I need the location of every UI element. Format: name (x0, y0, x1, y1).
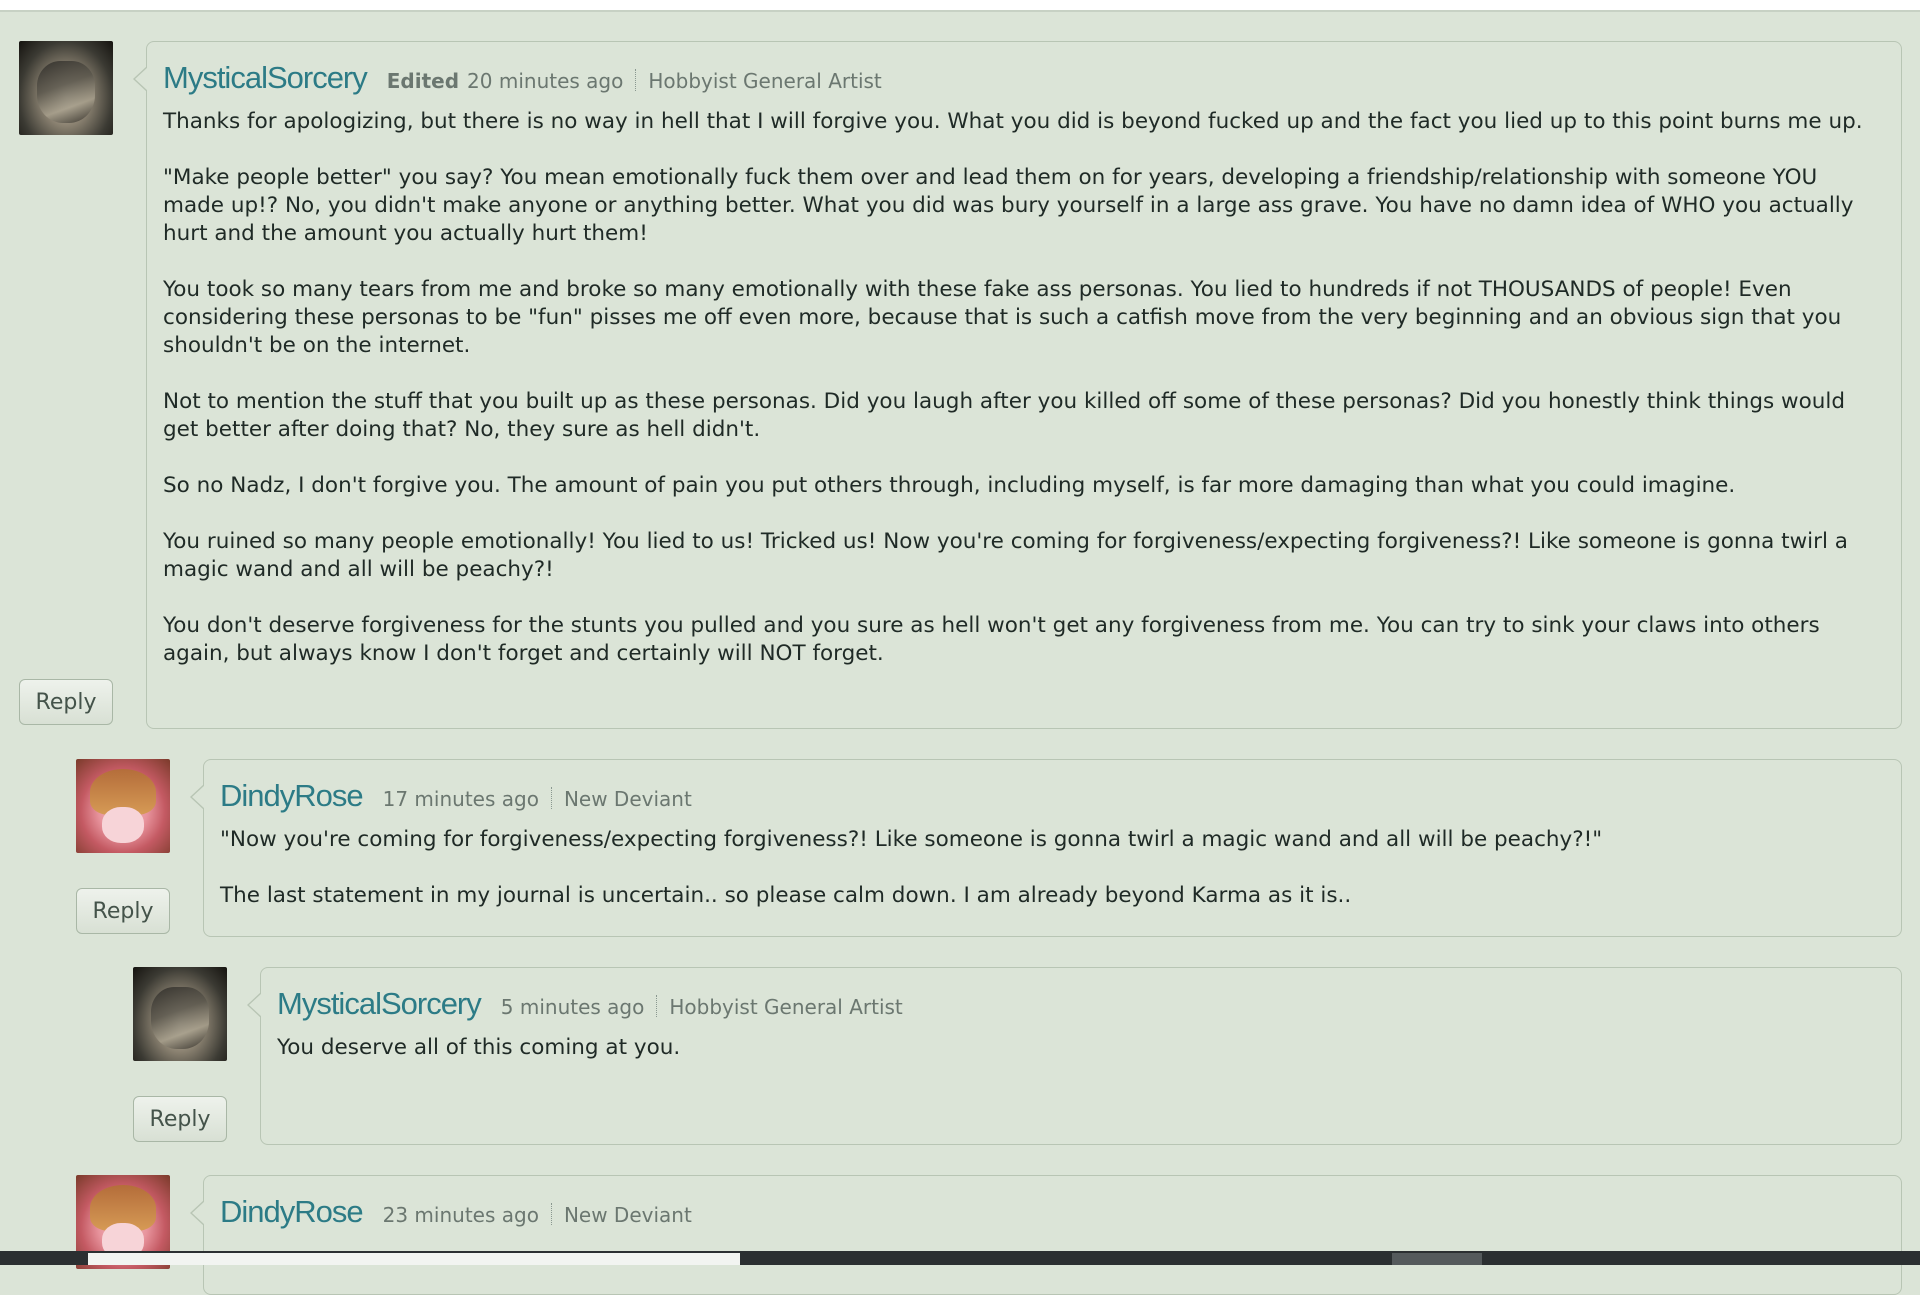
username-link[interactable]: MysticalSorcery (163, 60, 368, 96)
username-link[interactable]: DindyRose (220, 778, 364, 814)
scrollbar-track[interactable] (88, 1253, 740, 1265)
user-rank: Hobbyist General Artist (669, 995, 903, 1019)
comment-thread: Reply MysticalSorcery Edited 20 minutes … (0, 0, 1920, 1295)
scrollbar-thumb[interactable] (1392, 1253, 1482, 1265)
comment-paragraph: So no Nadz, I don't forgive you. The amo… (163, 473, 1736, 498)
comment-paragraph: "Make people better" you say? You mean e… (163, 165, 1854, 246)
comment-meta: DindyRose 17 minutes ago New Deviant (220, 778, 1885, 816)
meta-divider (550, 787, 552, 809)
user-rank: New Deviant (563, 787, 692, 811)
avatar[interactable] (19, 41, 113, 135)
comment-paragraph: Not to mention the stuff that you built … (163, 389, 1846, 442)
comment-paragraph: The last statement in my journal is unce… (220, 883, 1352, 908)
edited-label: Edited (386, 69, 460, 93)
comment-meta: DindyRose 23 minutes ago New Deviant (220, 1194, 1885, 1232)
comment-paragraph: "Now you're coming for forgiveness/expec… (220, 827, 1603, 852)
comment-paragraph: You took so many tears from me and broke… (163, 277, 1842, 358)
comment-body: Thanks for apologizing, but there is no … (163, 108, 1885, 668)
comment-body: "Now you're coming for forgiveness/expec… (220, 826, 1885, 910)
user-rank: New Deviant (563, 1203, 692, 1227)
meta-divider (656, 995, 658, 1017)
comment-bubble: DindyRose 23 minutes ago New Deviant (190, 1175, 1902, 1295)
comment-bubble: MysticalSorcery Edited 20 minutes ago Ho… (133, 41, 1902, 729)
avatar[interactable] (76, 759, 170, 853)
meta-divider (550, 1203, 552, 1225)
comment-paragraph: You ruined so many people emotionally! Y… (163, 529, 1848, 582)
comment-bubble: MysticalSorcery 5 minutes ago Hobbyist G… (247, 967, 1902, 1145)
reply-button[interactable]: Reply (76, 888, 170, 934)
timestamp-link[interactable]: 23 minutes ago (383, 1203, 539, 1227)
horizontal-scrollbar[interactable] (0, 1251, 1920, 1265)
username-link[interactable]: MysticalSorcery (277, 986, 482, 1022)
comment-paragraph: You deserve all of this coming at you. (277, 1035, 681, 1060)
avatar[interactable] (133, 967, 227, 1061)
timestamp-link[interactable]: 5 minutes ago (501, 995, 645, 1019)
comment-body: You deserve all of this coming at you. (277, 1034, 1885, 1062)
comment-meta: MysticalSorcery Edited 20 minutes ago Ho… (163, 60, 1885, 98)
timestamp-link[interactable]: 20 minutes ago (467, 69, 623, 93)
comment-meta: MysticalSorcery 5 minutes ago Hobbyist G… (277, 986, 1885, 1024)
comment-paragraph: Thanks for apologizing, but there is no … (163, 109, 1863, 134)
user-rank: Hobbyist General Artist (648, 69, 882, 93)
comment-bubble: DindyRose 17 minutes ago New Deviant "No… (190, 759, 1902, 937)
reply-button[interactable]: Reply (19, 679, 113, 725)
timestamp-link[interactable]: 17 minutes ago (383, 787, 539, 811)
comment-paragraph: You don't deserve forgiveness for the st… (163, 613, 1820, 666)
username-link[interactable]: DindyRose (220, 1194, 364, 1230)
meta-divider (635, 69, 637, 91)
reply-button[interactable]: Reply (133, 1096, 227, 1142)
